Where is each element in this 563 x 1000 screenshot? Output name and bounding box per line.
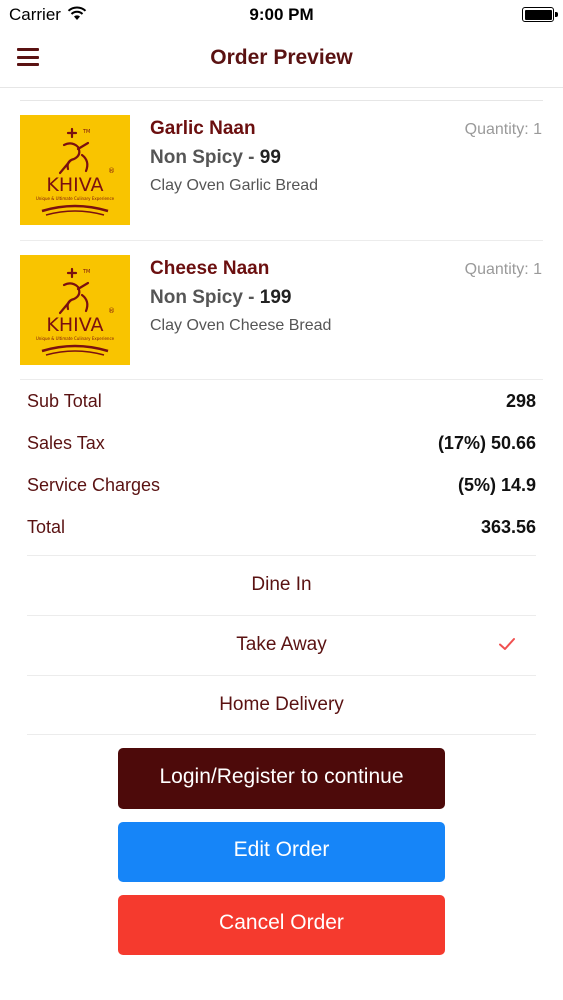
option-home-delivery[interactable]: Home Delivery — [27, 675, 536, 735]
login-register-button[interactable]: Login/Register to continue — [118, 748, 445, 809]
subtotal-label: Sub Total — [27, 391, 102, 411]
item-description: Clay Oven Garlic Bread — [150, 177, 319, 194]
svg-text:®: ® — [108, 307, 115, 315]
total-value: 363.56 — [480, 517, 536, 537]
service-charges-value: (5%) 14.9 — [457, 475, 536, 495]
logo-tagline: Unique & Ultimate Culinary Experience — [36, 336, 115, 341]
item-description: Clay Oven Cheese Bread — [150, 317, 332, 334]
item-name: Cheese Naan — [150, 258, 270, 279]
order-item: TM ® KHIVA Unique & Ultimate Culinary Ex… — [0, 241, 563, 381]
order-type-options: Dine In Take Away Home Delivery — [0, 555, 563, 735]
item-spice-price: Non Spicy - 99 — [150, 147, 281, 169]
cancel-order-button[interactable]: Cancel Order — [118, 895, 445, 955]
option-label: Dine In — [251, 574, 312, 595]
svg-text:KHIVA: KHIVA — [46, 174, 103, 196]
total-label: Total — [27, 517, 66, 537]
khiva-logo: TM ® KHIVA Unique & Ultimate Culinary Ex… — [20, 255, 130, 365]
svg-text:®: ® — [108, 167, 115, 175]
item-quantity: Quantity: 1 — [464, 261, 542, 278]
item-name: Garlic Naan — [150, 118, 256, 139]
item-price: 99 — [259, 147, 281, 168]
battery-icon — [522, 7, 558, 22]
option-dine-in[interactable]: Dine In — [27, 555, 536, 615]
navigation-bar: Order Preview — [0, 28, 563, 88]
khiva-logo: TM ® KHIVA Unique & Ultimate Culinary Ex… — [20, 115, 130, 225]
sales-tax-value: (17%) 50.66 — [437, 433, 536, 453]
item-spice-price: Non Spicy - 199 — [150, 287, 292, 309]
checkmark-icon — [499, 638, 515, 650]
svg-text:KHIVA: KHIVA — [46, 314, 103, 336]
edit-order-button[interactable]: Edit Order — [118, 822, 445, 882]
sales-tax-row: Sales Tax (17%) 50.66 — [0, 422, 563, 464]
option-label: Home Delivery — [219, 694, 344, 715]
service-charges-label: Service Charges — [27, 475, 161, 495]
subtotal-value: 298 — [505, 391, 536, 411]
svg-text:TM: TM — [82, 129, 90, 135]
item-quantity: Quantity: 1 — [464, 121, 542, 138]
total-row: Total 363.56 — [0, 506, 563, 548]
service-charges-row: Service Charges (5%) 14.9 — [0, 464, 563, 506]
page-title: Order Preview — [210, 46, 353, 69]
order-totals: Sub Total 298 Sales Tax (17%) 50.66 Serv… — [0, 380, 563, 548]
svg-text:TM: TM — [82, 269, 90, 275]
status-bar: Carrier 9:00 PM — [0, 0, 563, 28]
option-take-away[interactable]: Take Away — [27, 615, 536, 675]
item-price: 199 — [259, 287, 292, 308]
item-spice-level: Non Spicy - — [150, 287, 260, 308]
sales-tax-label: Sales Tax — [27, 433, 105, 453]
logo-tagline: Unique & Ultimate Culinary Experience — [36, 196, 115, 201]
option-label: Take Away — [236, 634, 327, 655]
subtotal-row: Sub Total 298 — [0, 380, 563, 422]
item-spice-level: Non Spicy - — [150, 147, 260, 168]
clock: 9:00 PM — [249, 5, 314, 24]
order-item: TM ® KHIVA Unique & Ultimate Culinary Ex… — [0, 101, 563, 241]
